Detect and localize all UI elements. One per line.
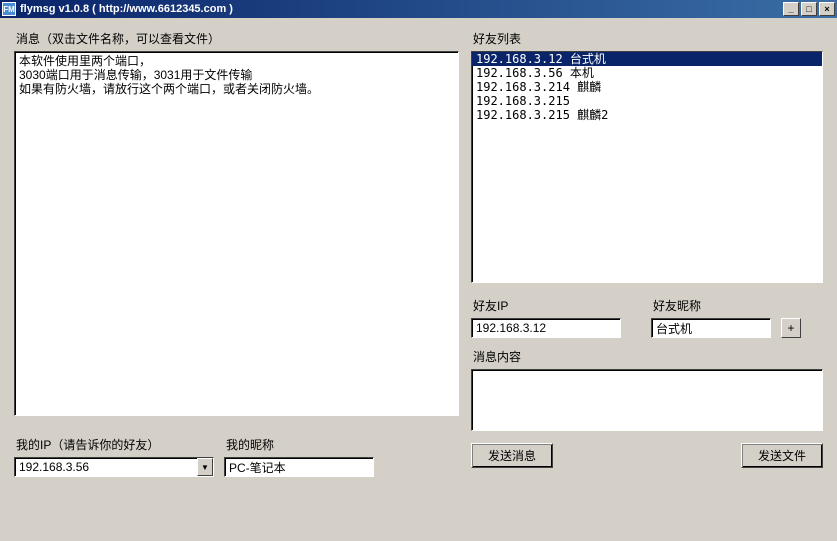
friend-nick-label: 好友昵称 [651, 297, 771, 314]
friend-ip-input[interactable] [471, 318, 621, 338]
list-item[interactable]: 192.168.3.215 麒麟2 [472, 108, 822, 122]
chevron-down-icon[interactable]: ▼ [197, 458, 213, 476]
send-message-button[interactable]: 发送消息 [471, 443, 553, 468]
list-item[interactable]: 192.168.3.214 麒麟 [472, 80, 822, 94]
app-icon: FM [2, 2, 16, 16]
my-nick-input[interactable] [224, 457, 374, 477]
titlebar: FM flymsg v1.0.8 ( http://www.6612345.co… [0, 0, 837, 18]
messages-textarea[interactable]: 本软件使用里两个端口， 3030端口用于消息传输，3031用于文件传输 如果有防… [14, 51, 459, 416]
minimize-button[interactable]: _ [783, 2, 799, 16]
friend-ip-label: 好友IP [471, 297, 621, 314]
my-ip-combobox[interactable]: 192.168.3.56 ▼ [14, 457, 214, 477]
msg-content-label: 消息内容 [471, 348, 823, 365]
my-ip-value: 192.168.3.56 [15, 458, 197, 476]
my-nick-label: 我的昵称 [224, 436, 374, 453]
messages-label: 消息（双击文件名称，可以查看文件） [14, 30, 459, 47]
list-item[interactable]: 192.168.3.12 台式机 [472, 52, 822, 66]
window-title: flymsg v1.0.8 ( http://www.6612345.com ) [20, 3, 783, 15]
msg-content-textarea[interactable] [471, 369, 823, 431]
send-file-button[interactable]: 发送文件 [741, 443, 823, 468]
friend-nick-input[interactable] [651, 318, 771, 338]
friends-listbox[interactable]: 192.168.3.12 台式机192.168.3.56 本机192.168.3… [471, 51, 823, 283]
list-item[interactable]: 192.168.3.56 本机 [472, 66, 822, 80]
my-ip-label: 我的IP（请告诉你的好友） [14, 436, 214, 453]
add-friend-button[interactable]: + [781, 318, 801, 338]
list-item[interactable]: 192.168.3.215 [472, 94, 822, 108]
friends-label: 好友列表 [471, 30, 823, 47]
close-button[interactable]: × [819, 2, 835, 16]
maximize-button[interactable]: □ [801, 2, 817, 16]
